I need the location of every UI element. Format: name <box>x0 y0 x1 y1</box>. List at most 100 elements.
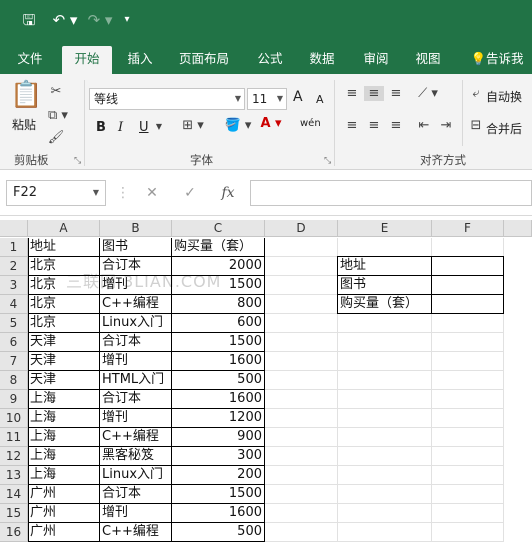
column-header-b[interactable]: B <box>100 220 172 237</box>
underline-button[interactable]: U <box>139 120 149 135</box>
bold-button[interactable]: B <box>96 120 106 135</box>
cell-f11[interactable] <box>432 428 504 447</box>
row-header[interactable]: 16 <box>0 523 28 542</box>
row-header[interactable]: 5 <box>0 314 28 333</box>
cell-d3[interactable] <box>265 276 338 295</box>
cell-c4[interactable]: 800 <box>172 295 265 314</box>
format-painter-icon[interactable]: 🖌 <box>44 130 68 145</box>
tab-formulas[interactable]: 公式 <box>248 46 292 74</box>
row-header[interactable]: 3 <box>0 276 28 295</box>
align-left-icon[interactable]: ≡ <box>342 118 362 133</box>
cell-b5[interactable]: Linux入门 <box>100 314 172 333</box>
shrink-font-button[interactable]: A <box>316 93 324 106</box>
cell-d7[interactable] <box>265 352 338 371</box>
chevron-down-icon[interactable]: ▼ <box>153 122 165 131</box>
cell-b7[interactable]: 增刊 <box>100 352 172 371</box>
save-icon[interactable]: 🖫 <box>18 8 40 32</box>
wrap-text-icon[interactable]: ⤶ <box>468 86 484 101</box>
align-bottom-icon[interactable]: ≡ <box>386 86 406 101</box>
cell-f10[interactable] <box>432 409 504 428</box>
cell-e15[interactable] <box>338 504 432 523</box>
cell-b1[interactable]: 图书 <box>100 238 172 257</box>
cell-a6[interactable]: 天津 <box>28 333 100 352</box>
cell-f1[interactable] <box>432 238 504 257</box>
cell-d6[interactable] <box>265 333 338 352</box>
insert-function-button[interactable]: fx <box>214 182 242 204</box>
tab-data[interactable]: 数据 <box>300 46 344 74</box>
decrease-indent-icon[interactable]: ⇤ <box>414 118 434 133</box>
column-header-c[interactable]: C <box>172 220 265 237</box>
cell-e2[interactable]: 地址 <box>338 257 432 276</box>
cell-c16[interactable]: 500 <box>172 523 265 542</box>
worksheet-grid[interactable]: 三联网 3LIAN.COM A B C D E F 1 地址 图书 购买量（套） 2 北京 合订本 200… <box>0 216 532 544</box>
cell-c6[interactable]: 1500 <box>172 333 265 352</box>
cell-f7[interactable] <box>432 352 504 371</box>
cell-e3[interactable]: 图书 <box>338 276 432 295</box>
column-header-d[interactable]: D <box>265 220 338 237</box>
row-header[interactable]: 8 <box>0 371 28 390</box>
tab-review[interactable]: 审阅 <box>354 46 398 74</box>
redo-icon[interactable]: ↷ ▾ <box>86 8 114 32</box>
row-header[interactable]: 9 <box>0 390 28 409</box>
tab-tell-me[interactable]: 💡告诉我 <box>462 46 532 74</box>
phonetic-button[interactable]: wén <box>300 118 321 129</box>
cell-f5[interactable] <box>432 314 504 333</box>
row-header[interactable]: 14 <box>0 485 28 504</box>
cell-b4[interactable]: C++编程 <box>100 295 172 314</box>
font-name-combo[interactable]: 等线 ▼ <box>89 88 245 110</box>
font-launcher-icon[interactable]: ⤡ <box>324 156 331 166</box>
cell-b9[interactable]: 合订本 <box>100 390 172 409</box>
tab-page-layout[interactable]: 页面布局 <box>172 46 236 74</box>
wrap-text-button[interactable]: 自动换 <box>486 88 522 105</box>
cell-d2[interactable] <box>265 257 338 276</box>
cell-e8[interactable] <box>338 371 432 390</box>
cell-b14[interactable]: 合订本 <box>100 485 172 504</box>
cell-b3[interactable]: 增刊 <box>100 276 172 295</box>
paste-button[interactable]: 粘贴 <box>12 116 36 133</box>
cell-f6[interactable] <box>432 333 504 352</box>
row-header[interactable]: 12 <box>0 447 28 466</box>
row-header[interactable]: 2 <box>0 257 28 276</box>
tab-insert[interactable]: 插入 <box>118 46 162 74</box>
cell-c3[interactable]: 1500 <box>172 276 265 295</box>
cell-d16[interactable] <box>265 523 338 542</box>
cell-a12[interactable]: 上海 <box>28 447 100 466</box>
cell-b15[interactable]: 增刊 <box>100 504 172 523</box>
row-header[interactable]: 6 <box>0 333 28 352</box>
cell-e1[interactable] <box>338 238 432 257</box>
align-middle-icon[interactable]: ≡ <box>364 86 384 101</box>
cell-e11[interactable] <box>338 428 432 447</box>
cell-c10[interactable]: 1200 <box>172 409 265 428</box>
cell-c2[interactable]: 2000 <box>172 257 265 276</box>
cell-a16[interactable]: 广州 <box>28 523 100 542</box>
cell-b8[interactable]: HTML入门 <box>100 371 172 390</box>
align-center-icon[interactable]: ≡ <box>364 118 384 133</box>
cell-e16[interactable] <box>338 523 432 542</box>
cell-a4[interactable]: 北京 <box>28 295 100 314</box>
cell-e14[interactable] <box>338 485 432 504</box>
cell-e5[interactable] <box>338 314 432 333</box>
cell-f2[interactable] <box>432 257 504 276</box>
cell-a10[interactable]: 上海 <box>28 409 100 428</box>
cell-b6[interactable]: 合订本 <box>100 333 172 352</box>
row-header[interactable]: 4 <box>0 295 28 314</box>
cell-d14[interactable] <box>265 485 338 504</box>
cell-c12[interactable]: 300 <box>172 447 265 466</box>
row-header[interactable]: 1 <box>0 238 28 257</box>
cell-f12[interactable] <box>432 447 504 466</box>
cell-a14[interactable]: 广州 <box>28 485 100 504</box>
cell-d8[interactable] <box>265 371 338 390</box>
cell-b10[interactable]: 增刊 <box>100 409 172 428</box>
cell-f14[interactable] <box>432 485 504 504</box>
merge-icon[interactable]: ⊟ <box>468 118 484 133</box>
column-header-e[interactable]: E <box>338 220 432 237</box>
border-icon[interactable]: ⊞ ▾ <box>178 118 208 133</box>
cell-a3[interactable]: 北京 <box>28 276 100 295</box>
grow-font-button[interactable]: A <box>293 89 303 105</box>
undo-icon[interactable]: ↶ ▾ <box>50 8 80 32</box>
cell-d10[interactable] <box>265 409 338 428</box>
cell-a15[interactable]: 广州 <box>28 504 100 523</box>
cell-c8[interactable]: 500 <box>172 371 265 390</box>
cell-f4[interactable] <box>432 295 504 314</box>
increase-indent-icon[interactable]: ⇥ <box>436 118 456 133</box>
